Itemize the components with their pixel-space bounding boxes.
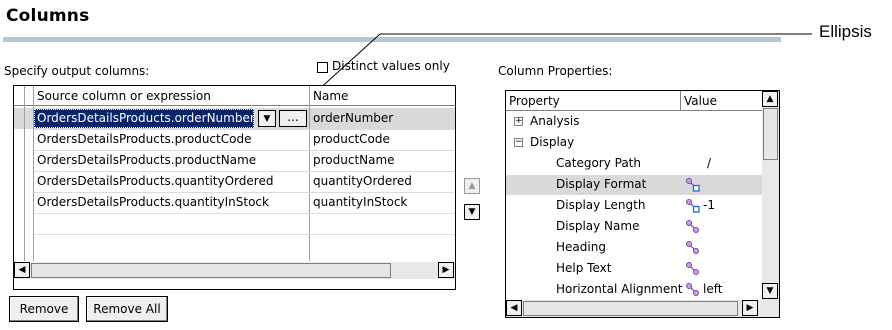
row-name[interactable]: quantityInStock bbox=[313, 195, 407, 209]
row-divider bbox=[34, 171, 455, 172]
scroll-right-button[interactable]: ▶ bbox=[742, 300, 758, 316]
row-divider bbox=[34, 192, 455, 193]
row-name[interactable]: productCode bbox=[313, 132, 390, 146]
scroll-left-button[interactable]: ◀ bbox=[14, 262, 30, 278]
grid-header-source[interactable]: Source column or expression bbox=[37, 89, 211, 103]
property-row[interactable]: Heading bbox=[506, 238, 762, 258]
property-value[interactable]: -1 bbox=[703, 198, 715, 212]
move-down-button[interactable]: ▼ bbox=[464, 204, 480, 220]
row-divider bbox=[34, 150, 455, 151]
link-icon bbox=[686, 220, 699, 233]
arrow-left-icon: ◀ bbox=[18, 265, 26, 275]
arrow-left-icon: ◀ bbox=[510, 303, 518, 313]
property-name: Category Path bbox=[556, 156, 641, 170]
format-link-icon bbox=[686, 199, 700, 213]
property-group-label: Display bbox=[530, 135, 575, 149]
property-row[interactable]: Display Name bbox=[506, 217, 762, 237]
properties-header-property[interactable]: Property bbox=[509, 94, 560, 108]
scroll-left-button[interactable]: ◀ bbox=[506, 300, 522, 316]
row-name[interactable]: orderNumber bbox=[313, 111, 393, 125]
distinct-values-label[interactable]: Distinct values only bbox=[332, 59, 450, 73]
column-properties-label: Column Properties: bbox=[498, 64, 613, 78]
arrow-right-icon: ▶ bbox=[442, 265, 450, 275]
row-name[interactable]: quantityOrdered bbox=[313, 174, 412, 188]
ellipsis-button[interactable]: ... bbox=[279, 110, 307, 127]
property-name: Display Length bbox=[556, 198, 646, 212]
arrow-down-icon: ▼ bbox=[468, 207, 476, 217]
properties-header-value[interactable]: Value bbox=[684, 94, 717, 108]
property-row[interactable]: Horizontal Alignment left bbox=[506, 280, 762, 300]
grid-header-name[interactable]: Name bbox=[313, 89, 348, 103]
chevron-down-icon: ▼ bbox=[263, 113, 271, 124]
move-up-button[interactable]: ▲ bbox=[464, 178, 480, 194]
property-group-label: Analysis bbox=[530, 114, 580, 128]
row-source[interactable]: OrdersDetailsProducts.quantityOrdered bbox=[37, 174, 273, 188]
scroll-down-button[interactable]: ▼ bbox=[762, 283, 778, 299]
output-columns-grid[interactable]: Source column or expression Name OrdersD… bbox=[13, 85, 456, 290]
callout-ellipsis-label: Ellipsis bbox=[819, 22, 872, 41]
link-icon bbox=[686, 241, 699, 254]
row-header-divider bbox=[24, 86, 25, 261]
row-divider bbox=[34, 234, 455, 235]
distinct-values-checkbox[interactable] bbox=[317, 62, 328, 73]
property-name: Display Format bbox=[556, 177, 647, 191]
remove-button[interactable]: Remove bbox=[9, 296, 79, 322]
property-row[interactable]: Display Format bbox=[506, 175, 762, 195]
property-group-display[interactable]: − Display bbox=[506, 133, 762, 153]
property-name: Help Text bbox=[556, 261, 612, 275]
row-source: OrdersDetailsProducts.orderNumber bbox=[37, 111, 255, 125]
arrow-down-icon: ▼ bbox=[766, 286, 774, 296]
property-name: Horizontal Alignment bbox=[556, 282, 683, 296]
property-name: Heading bbox=[556, 240, 606, 254]
property-row[interactable]: Help Text bbox=[506, 259, 762, 279]
property-value[interactable]: / bbox=[707, 156, 711, 170]
expand-icon[interactable]: + bbox=[514, 117, 523, 126]
row-divider bbox=[34, 129, 455, 130]
collapse-icon[interactable]: − bbox=[514, 138, 523, 147]
arrow-right-icon: ▶ bbox=[746, 303, 754, 313]
property-group-analysis[interactable]: + Analysis bbox=[506, 112, 762, 132]
row-source[interactable]: OrdersDetailsProducts.quantityInStock bbox=[37, 195, 269, 209]
remove-all-button[interactable]: Remove All bbox=[86, 296, 168, 322]
property-name: Display Name bbox=[556, 219, 640, 233]
link-icon bbox=[686, 262, 699, 275]
property-row[interactable]: Category Path / bbox=[506, 154, 762, 174]
column-properties-grid[interactable]: Property Value + Analysis − Display Cate… bbox=[505, 90, 780, 318]
arrow-up-icon: ▲ bbox=[468, 181, 476, 191]
row-source[interactable]: OrdersDetailsProducts.productCode bbox=[37, 132, 251, 146]
dropdown-button[interactable]: ▼ bbox=[258, 110, 276, 127]
scroll-thumb[interactable] bbox=[523, 301, 738, 316]
property-value[interactable]: left bbox=[703, 282, 722, 296]
scroll-thumb[interactable] bbox=[31, 263, 391, 278]
row-divider bbox=[34, 213, 455, 214]
scroll-up-button[interactable]: ▲ bbox=[762, 91, 778, 107]
format-link-icon bbox=[686, 178, 700, 192]
scroll-thumb[interactable] bbox=[763, 108, 778, 160]
output-columns-label: Specify output columns: bbox=[4, 64, 150, 78]
row-source[interactable]: OrdersDetailsProducts.productName bbox=[37, 153, 256, 167]
scroll-right-button[interactable]: ▶ bbox=[438, 262, 454, 278]
row-name[interactable]: productName bbox=[313, 153, 395, 167]
column-divider bbox=[680, 91, 681, 111]
arrow-up-icon: ▲ bbox=[766, 94, 774, 104]
property-row[interactable]: Display Length -1 bbox=[506, 196, 762, 216]
link-icon bbox=[686, 283, 699, 296]
